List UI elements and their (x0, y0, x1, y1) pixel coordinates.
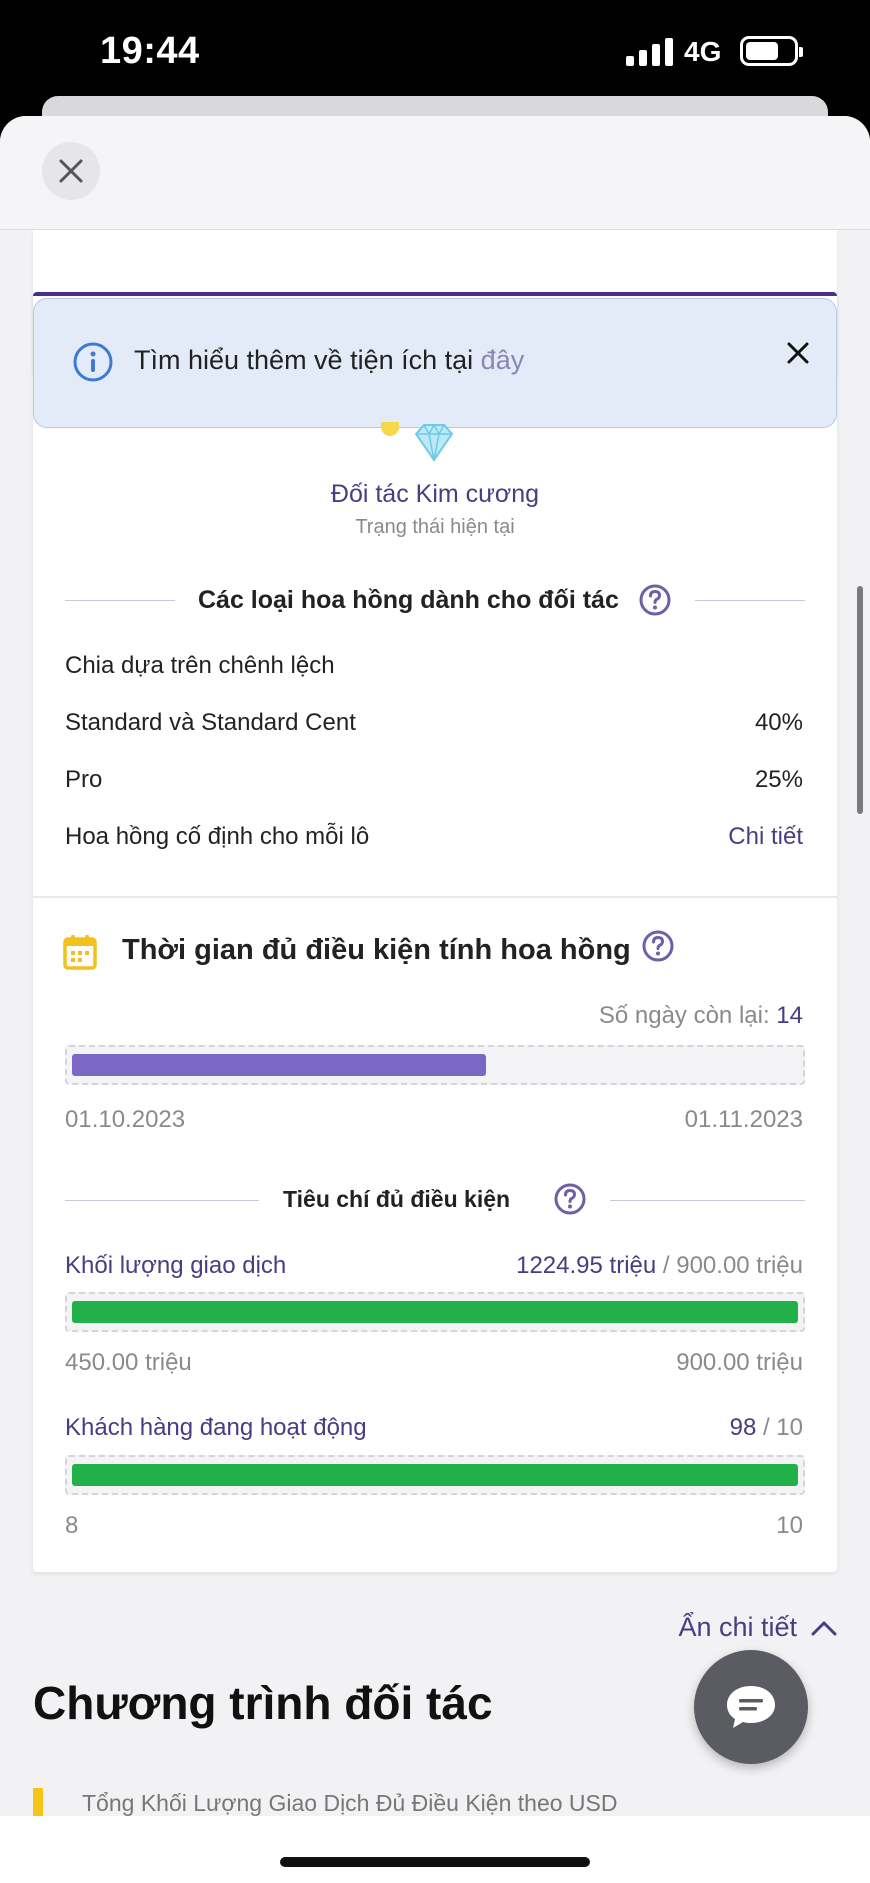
close-icon (59, 159, 83, 183)
info-icon (73, 342, 113, 382)
period-title: Thời gian đủ điều kiện tính hoa hồng (122, 934, 631, 966)
battery-icon (740, 36, 803, 66)
criteria-label: Khối lượng giao dịch (65, 1252, 287, 1279)
network-type: 4G (684, 36, 722, 67)
chat-icon (727, 1686, 775, 1728)
tier-name: Đối tác Kim cương (330, 480, 540, 508)
commission-row-value: 40% (754, 709, 803, 736)
program-marker (33, 1788, 43, 1816)
criteria-progress-bar (65, 1292, 805, 1332)
days-left-value: 14 (776, 1002, 803, 1029)
criteria-label: Khách hàng đang hoạt động (65, 1414, 367, 1441)
days-left: Số ngày còn lại: 14 (598, 1002, 803, 1029)
tier-subtitle: Trạng thái hiện tại (355, 516, 515, 538)
info-banner-link[interactable]: đây (481, 345, 525, 375)
criteria-max: 900.00 triệu (676, 1349, 803, 1376)
commission-row-label: Pro (65, 766, 103, 793)
section-separator (33, 896, 837, 898)
divider (695, 600, 805, 601)
commission-row-value: 25% (754, 766, 803, 793)
status-bar: 19:44 4G (0, 0, 870, 110)
calendar-icon (63, 935, 97, 970)
divider (610, 1200, 805, 1201)
criteria-max: 10 (776, 1512, 803, 1539)
criteria-min: 8 (65, 1512, 79, 1539)
criteria-value: 1224.95 triệu / 900.00 triệu (516, 1252, 803, 1279)
commission-row-label: Chia dựa trên chênh lệch (65, 652, 335, 679)
help-icon[interactable] (638, 583, 672, 617)
modal-sheet: Tìm hiểu thêm về tiện ích tại đây Đối tá… (0, 116, 870, 1883)
criteria-value: 98 / 10 (729, 1414, 803, 1441)
close-button[interactable] (42, 142, 100, 200)
signal-icon (626, 38, 674, 66)
info-banner: Tìm hiểu thêm về tiện ích tại đây (33, 298, 837, 428)
scrollbar[interactable] (857, 586, 863, 814)
period-progress-bar (65, 1045, 805, 1085)
chevron-up-icon (811, 1621, 837, 1635)
program-item[interactable]: Tổng Khối Lượng Giao Dịch Đủ Điều Kiện t… (82, 1790, 617, 1817)
chat-button[interactable] (694, 1650, 808, 1764)
period-end-date: 01.11.2023 (684, 1106, 803, 1133)
commission-row-label: Standard và Standard Cent (65, 709, 356, 736)
info-banner-text: Tìm hiểu thêm về tiện ích tại đây (134, 345, 525, 375)
criteria-min: 450.00 triệu (65, 1349, 192, 1376)
hide-details-button[interactable]: Ẩn chi tiết (678, 1612, 837, 1643)
criteria-progress-fill (72, 1464, 798, 1486)
home-indicator-area (0, 1816, 870, 1883)
home-indicator[interactable] (280, 1857, 590, 1867)
divider (65, 1200, 259, 1201)
program-title: Chương trình đối tác (33, 1677, 493, 1729)
period-start-date: 01.10.2023 (65, 1106, 186, 1133)
commission-title: Các loại hoa hồng dành cho đối tác (198, 586, 619, 614)
criteria-title: Tiêu chí đủ điều kiện (283, 1186, 511, 1212)
commission-row-label: Hoa hồng cố định cho mỗi lô (65, 823, 370, 850)
help-icon[interactable] (641, 929, 675, 963)
help-icon[interactable] (553, 1182, 587, 1216)
criteria-progress-bar (65, 1455, 805, 1495)
sheet-header (0, 116, 870, 230)
divider (65, 600, 175, 601)
period-progress-fill (72, 1054, 486, 1076)
close-icon[interactable] (784, 339, 812, 367)
status-time: 19:44 (100, 30, 200, 72)
diamond-icon (414, 423, 454, 462)
criteria-progress-fill (72, 1301, 798, 1323)
details-link[interactable]: Chi tiết (728, 823, 803, 851)
